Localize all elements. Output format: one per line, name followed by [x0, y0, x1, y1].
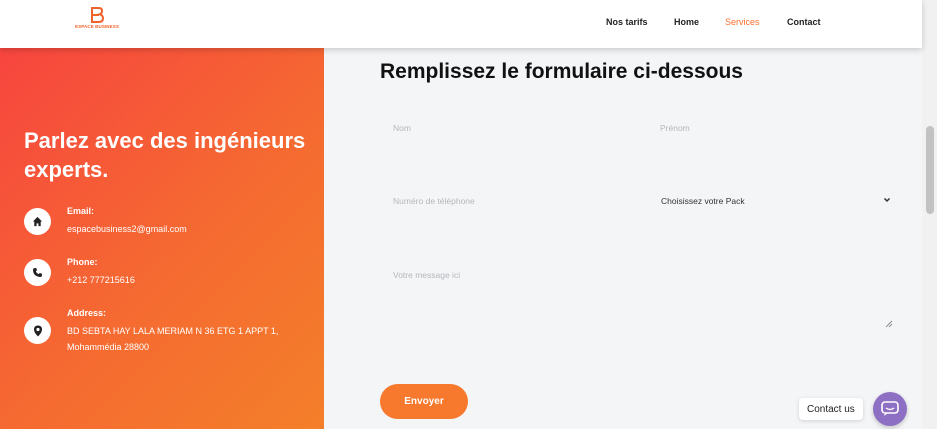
pack-select[interactable]: Choisissez votre Pack [661, 196, 745, 206]
nav-contact[interactable]: Contact [787, 17, 821, 27]
chevron-down-icon[interactable] [882, 195, 892, 205]
header-bar: ESPACE BUSINESS Nos tarifs Home Services… [0, 0, 922, 48]
phone-value[interactable]: +212 777215616 [67, 272, 317, 288]
form-title: Remplissez le formulaire ci-dessous [380, 60, 743, 83]
message-field[interactable]: Votre message ici [393, 270, 460, 280]
prenom-field[interactable]: Prénom [660, 123, 690, 133]
scrollbar-track[interactable] [922, 0, 937, 429]
submit-button[interactable]: Envoyer [380, 384, 468, 419]
nav-home[interactable]: Home [674, 17, 699, 27]
address-value: BD SEBTA HAY LALA MERIAM N 36 ETG 1 APPT… [67, 326, 279, 352]
contact-email: Email: espacebusiness2@gmail.com [24, 206, 317, 248]
nav-nos-tarifs[interactable]: Nos tarifs [606, 17, 648, 27]
location-pin-icon [24, 317, 51, 344]
chat-label[interactable]: Contact us [799, 398, 863, 420]
logo-text: ESPACE BUSINESS [75, 24, 119, 29]
contact-address: Address: BD SEBTA HAY LALA MERIAM N 36 E… [24, 308, 314, 360]
phone-label: Phone: [67, 257, 98, 267]
nav-services[interactable]: Services [725, 17, 760, 27]
email-label: Email: [67, 206, 95, 216]
contact-phone: Phone: +212 777215616 [24, 257, 317, 299]
address-label: Address: [67, 308, 107, 318]
email-value[interactable]: espacebusiness2@gmail.com [67, 221, 317, 237]
site-logo[interactable]: ESPACE BUSINESS [74, 7, 120, 39]
chat-button[interactable] [873, 392, 907, 426]
scrollbar-thumb[interactable] [926, 126, 934, 214]
home-icon [24, 208, 51, 235]
nom-field[interactable]: Nom [393, 123, 411, 133]
resize-handle-icon[interactable] [885, 320, 893, 328]
chat-bubble-icon [881, 401, 899, 416]
logo-icon [91, 7, 104, 23]
panel-heading: Parlez avec des ingénieurs experts. [24, 128, 306, 182]
phone-icon [24, 259, 51, 286]
phone-field[interactable]: Numéro de téléphone [393, 196, 475, 206]
